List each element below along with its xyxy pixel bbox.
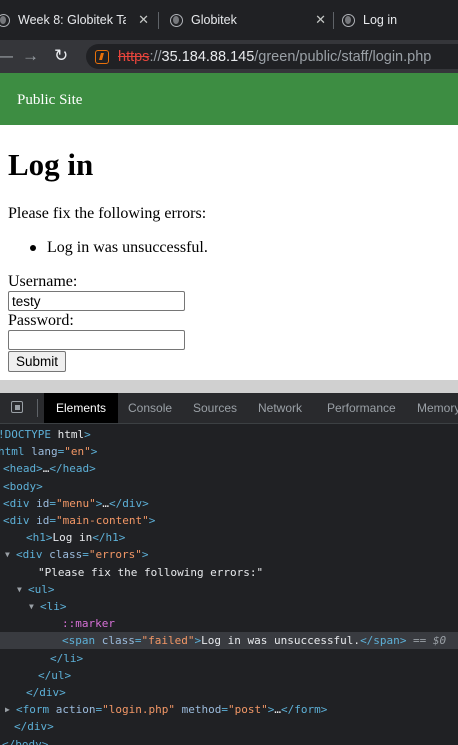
dom-node-text: <span class="failed">Log in was unsucces… bbox=[62, 634, 447, 648]
url-scheme: https bbox=[118, 48, 150, 65]
dom-node-text: </body> bbox=[2, 737, 49, 745]
main-content: Log in Please fix the following errors: … bbox=[0, 125, 458, 380]
dom-node-line[interactable]: </ul> bbox=[0, 667, 458, 684]
password-input[interactable] bbox=[8, 330, 185, 350]
dom-node-line[interactable]: !DOCTYPE html> bbox=[0, 426, 458, 443]
forward-arrow-icon[interactable]: → bbox=[22, 46, 39, 66]
bullet-icon bbox=[30, 245, 36, 252]
url-host: 35.184.88.145 bbox=[161, 48, 255, 65]
dom-node-text: <ul> bbox=[28, 582, 55, 596]
devtools-tab-performance[interactable]: Performance bbox=[327, 393, 396, 423]
globe-icon bbox=[342, 13, 355, 27]
dom-node-text: <div class="errors"> bbox=[16, 548, 149, 562]
browser-toolbar: — → ↻ https://35.184.88.145/green/public… bbox=[0, 40, 458, 73]
devtools-tab-network[interactable]: Network bbox=[258, 393, 302, 423]
dom-node-line[interactable]: ▶<div id="menu">…</div> bbox=[0, 495, 458, 512]
globe-icon bbox=[170, 13, 183, 27]
devtools-tab-sources[interactable]: Sources bbox=[193, 393, 237, 423]
dom-node-text: html lang="en"> bbox=[0, 445, 98, 459]
devtools-tab-memory[interactable]: Memory bbox=[417, 393, 458, 423]
dom-node-text: "Please fix the following errors:" bbox=[38, 565, 264, 579]
close-icon[interactable]: ✕ bbox=[138, 12, 149, 28]
expand-triangle-icon[interactable]: ▼ bbox=[5, 546, 10, 563]
dom-node-text: </div> bbox=[26, 686, 66, 699]
reload-icon[interactable]: ↻ bbox=[54, 46, 68, 66]
toolbar-divider bbox=[37, 399, 38, 417]
dom-node-line[interactable]: ▼ <div class="errors"> bbox=[0, 546, 458, 563]
dom-node-line[interactable]: html lang="en"> bbox=[0, 443, 458, 460]
dom-node-text: </ul> bbox=[38, 668, 72, 682]
globe-icon bbox=[0, 13, 10, 27]
back-arrow-icon[interactable]: — bbox=[0, 46, 13, 66]
url-path: /green/public/staff/login.php bbox=[254, 48, 432, 65]
dom-node-line[interactable]: ::marker bbox=[0, 615, 458, 632]
expand-triangle-icon[interactable]: ▶ bbox=[5, 701, 10, 718]
username-input[interactable] bbox=[8, 291, 185, 311]
dom-node-line[interactable]: ▶ <form action="login.php" method="post">… bbox=[0, 701, 458, 718]
site-header: Public Site bbox=[0, 73, 458, 125]
dom-node-line[interactable]: <body> bbox=[0, 478, 458, 495]
dom-node-line[interactable]: </div> bbox=[0, 718, 458, 735]
browser-tab-week8[interactable]: Week 8: Globitek Tas ✕ bbox=[0, 0, 155, 40]
dom-node-line[interactable]: </div> bbox=[0, 684, 458, 701]
devtools-tab-console[interactable]: Console bbox=[128, 393, 172, 423]
browser-tab-login[interactable]: Log in bbox=[342, 0, 458, 40]
close-icon[interactable]: ✕ bbox=[315, 12, 326, 28]
dom-node-text: <h1>Log in</h1> bbox=[26, 531, 126, 545]
error-message: Log in was unsuccessful. bbox=[47, 239, 208, 256]
tab-title: Week 8: Globitek Tas bbox=[18, 13, 126, 27]
dom-node-line[interactable]: <span class="failed">Log in was unsucces… bbox=[0, 632, 458, 650]
public-site-link[interactable]: Public Site bbox=[17, 92, 82, 109]
browser-tab-globitek[interactable]: Globitek ✕ bbox=[170, 0, 330, 40]
not-secure-icon[interactable] bbox=[95, 49, 109, 64]
dom-node-line[interactable]: ▼ <li> bbox=[0, 598, 458, 615]
address-bar[interactable]: https://35.184.88.145/green/public/staff… bbox=[86, 44, 458, 69]
expand-triangle-icon[interactable]: ▼ bbox=[17, 581, 22, 598]
error-list-item: Log in was unsuccessful. bbox=[30, 239, 208, 257]
dom-node-line[interactable]: <head>…</head> bbox=[0, 460, 458, 477]
dom-tree: !DOCTYPE html> html lang="en"> <head>…</he… bbox=[0, 424, 458, 745]
dom-node-line[interactable]: </body> bbox=[0, 736, 458, 745]
url-separator: :// bbox=[149, 48, 162, 65]
dom-node-text: <head>…</head> bbox=[3, 462, 96, 476]
errors-intro: Please fix the following errors: bbox=[8, 205, 207, 222]
dom-node-text: ::marker bbox=[62, 617, 115, 631]
password-label: Password: bbox=[8, 312, 74, 329]
expand-triangle-icon[interactable]: ▼ bbox=[29, 598, 34, 615]
devtools-resize-handle[interactable] bbox=[0, 380, 458, 393]
tab-divider bbox=[158, 12, 159, 29]
tab-divider bbox=[333, 12, 334, 29]
username-label: Username: bbox=[8, 273, 78, 290]
dom-node-line[interactable]: <h1>Log in</h1> bbox=[0, 529, 458, 546]
submit-button[interactable]: Submit bbox=[8, 351, 67, 372]
devtools-tab-elements[interactable]: Elements bbox=[44, 393, 119, 423]
dom-node-text: <div id="main-content"> bbox=[3, 514, 156, 527]
tab-title: Log in bbox=[363, 13, 398, 27]
tab-title: Globitek bbox=[191, 13, 237, 27]
dom-node-text: <form action="login.php" method="post">…… bbox=[16, 703, 328, 717]
dom-node-text: </li> bbox=[50, 651, 84, 665]
browser-tab-strip: Week 8: Globitek Tas ✕ Globitek ✕ Log in bbox=[0, 0, 458, 40]
page-title: Log in bbox=[8, 147, 94, 182]
inspect-element-icon[interactable] bbox=[11, 401, 23, 413]
dom-node-text: <li> bbox=[40, 600, 67, 613]
dom-node-line[interactable]: "Please fix the following errors:" bbox=[0, 564, 458, 581]
dom-node-line[interactable]: </li> bbox=[0, 650, 458, 667]
dom-node-line[interactable]: ▼<div id="main-content"> bbox=[0, 512, 458, 529]
dom-node-line[interactable]: ▼ <ul> bbox=[0, 581, 458, 598]
dom-node-text: </div> bbox=[14, 720, 54, 734]
devtools-tab-bar: Elements Console Sources Network Perform… bbox=[0, 393, 458, 424]
dom-node-text: <body> bbox=[3, 479, 43, 493]
devtools-panel: Elements Console Sources Network Perform… bbox=[0, 393, 458, 745]
dom-node-text: !DOCTYPE html> bbox=[0, 428, 91, 441]
dom-node-text: <div id="menu">…</div> bbox=[3, 496, 149, 510]
